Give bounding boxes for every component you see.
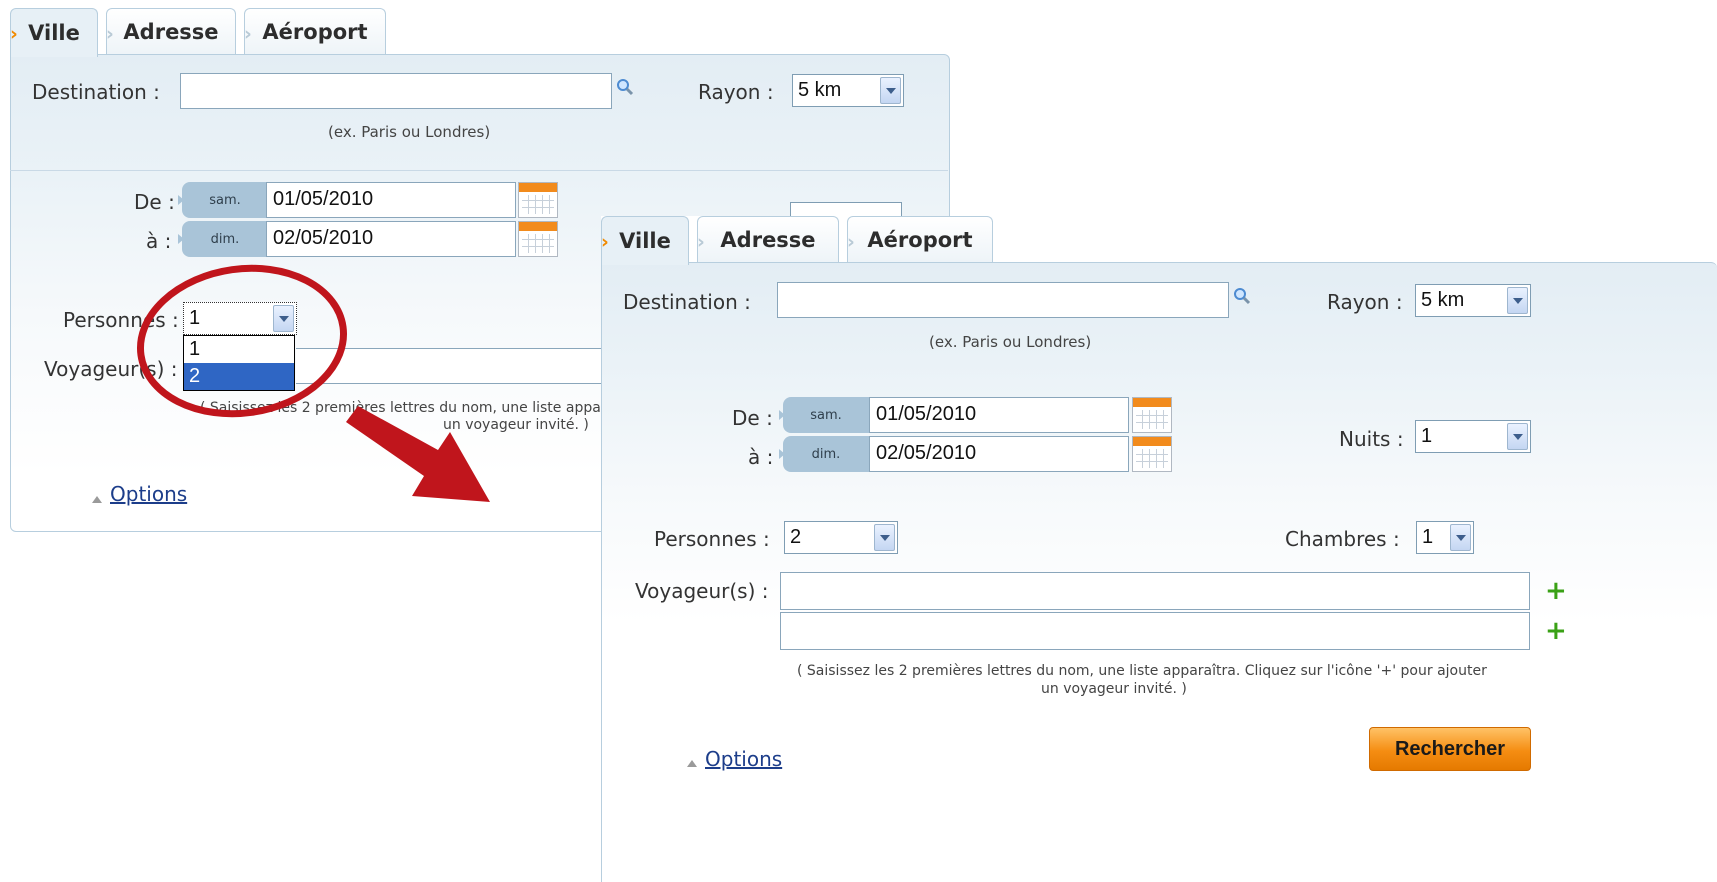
chambres-label: Chambres : <box>1285 527 1400 551</box>
tab-label: Aéroport <box>262 19 368 44</box>
chevron-down-icon <box>874 524 895 551</box>
a-date-input[interactable]: 02/05/2010 <box>869 436 1129 472</box>
a-date-input[interactable]: 02/05/2010 <box>266 221 516 257</box>
a-day: dim. <box>779 436 869 472</box>
voyageur-input-2[interactable] <box>780 612 1530 650</box>
tab-separator-icon: › <box>106 23 114 45</box>
chevron-right-icon: › <box>10 23 18 45</box>
section-divider <box>10 170 948 171</box>
destination-input[interactable] <box>180 73 612 109</box>
nuits-select[interactable]: 1 <box>1415 420 1531 453</box>
de-date-input[interactable]: 01/05/2010 <box>266 182 516 218</box>
tab-separator-icon: › <box>244 23 252 45</box>
rayon-label: Rayon : <box>1327 290 1403 314</box>
a-day: dim. <box>178 221 268 257</box>
a-date-value: 02/05/2010 <box>876 442 977 464</box>
personnes-label: Personnes : <box>654 527 770 551</box>
add-traveler-icon[interactable]: + <box>1545 618 1567 644</box>
rayon-value: 5 km <box>798 79 842 101</box>
tab-separator-icon: › <box>697 231 705 253</box>
de-date-value: 01/05/2010 <box>273 188 374 210</box>
rayon-select[interactable]: 5 km <box>1415 284 1531 317</box>
voyageur-input-1[interactable] <box>780 572 1530 610</box>
destination-input[interactable] <box>777 282 1229 318</box>
voyageurs-label: Voyageur(s) : <box>635 579 769 603</box>
calendar-icon[interactable] <box>1132 397 1172 433</box>
triangle-up-icon <box>92 496 102 503</box>
chevron-down-icon <box>880 77 901 104</box>
calendar-icon[interactable] <box>518 221 558 257</box>
add-traveler-icon[interactable]: + <box>1545 578 1567 604</box>
nuits-value: 1 <box>1421 425 1433 447</box>
tab-separator-icon: › <box>847 231 855 253</box>
a-label: à : <box>748 445 774 469</box>
tab-aeroport[interactable]: › Aéroport <box>244 8 386 54</box>
nuits-label: Nuits : <box>1339 427 1404 451</box>
highlight-ellipse <box>136 264 348 418</box>
tab-adresse[interactable]: › Adresse <box>697 216 839 262</box>
chevron-down-icon <box>1507 423 1528 450</box>
de-label: De : <box>732 406 773 430</box>
options-link[interactable]: Options <box>705 747 782 771</box>
nuits-select-partial <box>790 202 902 216</box>
rayon-select[interactable]: 5 km <box>792 74 904 107</box>
destination-label: Destination : <box>623 290 751 314</box>
personnes-select[interactable]: 2 <box>784 521 898 554</box>
tab-aeroport[interactable]: › Aéroport <box>847 216 993 262</box>
de-date-input[interactable]: 01/05/2010 <box>869 397 1129 433</box>
arrow-icon <box>346 406 490 502</box>
rayon-value: 5 km <box>1421 289 1465 311</box>
rayon-label: Rayon : <box>698 80 774 104</box>
personnes-value: 2 <box>790 526 802 548</box>
tab-label: Adresse <box>720 227 816 252</box>
search-panel-after: › Ville › Adresse › Aéroport Destination… <box>601 216 1717 882</box>
calendar-icon[interactable] <box>1132 436 1172 472</box>
search-icon[interactable] <box>1233 287 1251 305</box>
de-day: sam. <box>178 182 268 218</box>
chevron-right-icon: › <box>601 231 609 253</box>
chevron-down-icon <box>1450 524 1471 551</box>
destination-hint: (ex. Paris ou Londres) <box>328 123 491 141</box>
tab-ville[interactable]: › Ville <box>10 8 98 57</box>
chambres-select[interactable]: 1 <box>1416 521 1474 554</box>
de-date-value: 01/05/2010 <box>876 403 977 425</box>
search-button[interactable]: Rechercher <box>1369 727 1531 771</box>
calendar-icon[interactable] <box>518 182 558 218</box>
tab-label: Ville <box>28 21 80 45</box>
chevron-down-icon <box>1507 287 1528 314</box>
options-link[interactable]: Options <box>110 482 187 506</box>
tab-ville[interactable]: › Ville <box>601 216 689 265</box>
voyageurs-hint-1: ( Saisissez les 2 premières lettres du n… <box>797 663 1487 679</box>
chambres-value: 1 <box>1422 526 1434 548</box>
destination-hint: (ex. Paris ou Londres) <box>929 333 1092 351</box>
tab-label: Adresse <box>123 19 219 44</box>
tab-label: Aéroport <box>867 227 973 252</box>
destination-label: Destination : <box>32 80 160 104</box>
tab-bar: › Ville › Adresse › Aéroport <box>10 8 950 57</box>
a-date-value: 02/05/2010 <box>273 227 374 249</box>
tab-label: Ville <box>619 229 671 253</box>
de-day: sam. <box>779 397 869 433</box>
de-label: De : <box>134 190 175 214</box>
tab-bar: › Ville › Adresse › Aéroport <box>601 216 1717 265</box>
a-label: à : <box>146 229 172 253</box>
voyageurs-hint-2: un voyageur invité. ) <box>1041 681 1187 697</box>
search-icon[interactable] <box>616 78 634 96</box>
tab-adresse[interactable]: › Adresse <box>106 8 236 54</box>
triangle-up-icon <box>687 760 697 767</box>
